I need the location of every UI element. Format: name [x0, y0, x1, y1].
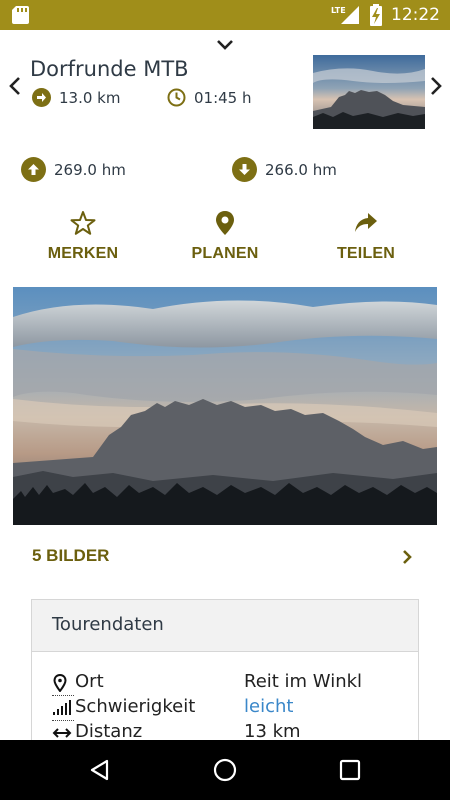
home-icon[interactable]: [213, 758, 237, 782]
clock: 12:22: [391, 5, 440, 25]
system-navigation-bar: [0, 740, 450, 800]
chevron-right-icon[interactable]: [401, 548, 413, 566]
gallery-link[interactable]: 5 BILDER: [32, 546, 109, 566]
duration-stat: 01:45 h: [167, 88, 252, 107]
tour-data-row-ort: Ort Reit im Winkl: [52, 671, 412, 696]
merken-label: MERKEN: [47, 245, 119, 262]
next-tour-icon[interactable]: [428, 75, 444, 97]
tour-thumbnail-image[interactable]: [313, 55, 425, 129]
arrow-right-circle-icon: [32, 88, 51, 107]
tour-data-title: Tourendaten: [32, 600, 418, 652]
previous-tour-icon[interactable]: [7, 75, 23, 97]
tour-title: Dorfrunde MTB: [30, 57, 189, 81]
ort-label: Ort: [75, 671, 104, 692]
planen-label: PLANEN: [191, 245, 259, 262]
collapse-chevron-icon[interactable]: [214, 38, 236, 52]
signal-bars-icon: [53, 700, 71, 715]
star-icon: [70, 211, 96, 235]
teilen-label: TEILEN: [336, 245, 396, 262]
descent-value: 266.0 hm: [265, 160, 337, 179]
ort-value: Reit im Winkl: [244, 671, 363, 692]
tour-hero-image[interactable]: [13, 287, 437, 525]
distance-stat: 13.0 km: [32, 88, 120, 107]
sd-card-icon: [12, 6, 29, 24]
tour-data-row-schwierigkeit: Schwierigkeit leicht: [52, 696, 412, 721]
arrow-up-circle-icon: [21, 157, 46, 182]
ascent-value: 269.0 hm: [54, 160, 126, 179]
clock-icon: [167, 88, 186, 107]
distanz-label: Distanz: [75, 721, 143, 742]
location-pin-icon: [216, 211, 234, 235]
merken-button[interactable]: MERKEN: [23, 210, 143, 263]
schwierigkeit-label: Schwierigkeit: [75, 696, 196, 717]
status-bar: LTE 12:22: [0, 0, 450, 30]
teilen-button[interactable]: TEILEN: [306, 210, 426, 263]
recent-apps-icon[interactable]: [338, 758, 362, 782]
descent-stat: 266.0 hm: [232, 157, 337, 182]
network-type-label: LTE: [331, 6, 346, 15]
schwierigkeit-value[interactable]: leicht: [244, 696, 293, 717]
location-pin-icon: [53, 674, 67, 692]
share-icon: [355, 213, 377, 232]
duration-value: 01:45 h: [194, 88, 252, 107]
battery-charging-icon: [370, 4, 382, 26]
arrow-down-circle-icon: [232, 157, 257, 182]
ascent-stat: 269.0 hm: [21, 157, 126, 182]
distanz-value: 13 km: [244, 721, 301, 742]
distance-value: 13.0 km: [59, 88, 121, 107]
planen-button[interactable]: PLANEN: [165, 210, 285, 263]
back-icon[interactable]: [88, 758, 112, 782]
cellular-signal-icon: LTE: [331, 6, 359, 24]
